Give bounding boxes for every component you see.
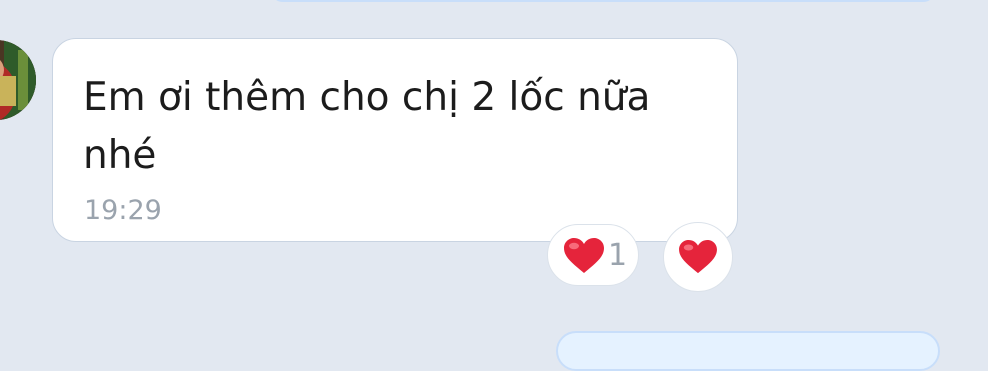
next-outgoing-message-bubble[interactable] xyxy=(556,331,940,371)
heart-icon xyxy=(679,239,717,274)
heart-reaction-count[interactable]: 1 xyxy=(547,224,639,286)
previous-outgoing-message-bubble[interactable] xyxy=(270,0,936,2)
incoming-message-bubble[interactable]: Em ơi thêm cho chị 2 lốc nữa nhé 19:29 xyxy=(52,38,738,242)
message-timestamp: 19:29 xyxy=(84,195,162,226)
message-text: Em ơi thêm cho chị 2 lốc nữa nhé xyxy=(83,75,651,178)
sender-avatar[interactable] xyxy=(0,40,36,120)
add-heart-reaction-button[interactable] xyxy=(663,222,733,292)
reaction-count: 1 xyxy=(608,238,628,273)
heart-icon xyxy=(564,238,604,273)
avatar-image xyxy=(0,40,36,120)
